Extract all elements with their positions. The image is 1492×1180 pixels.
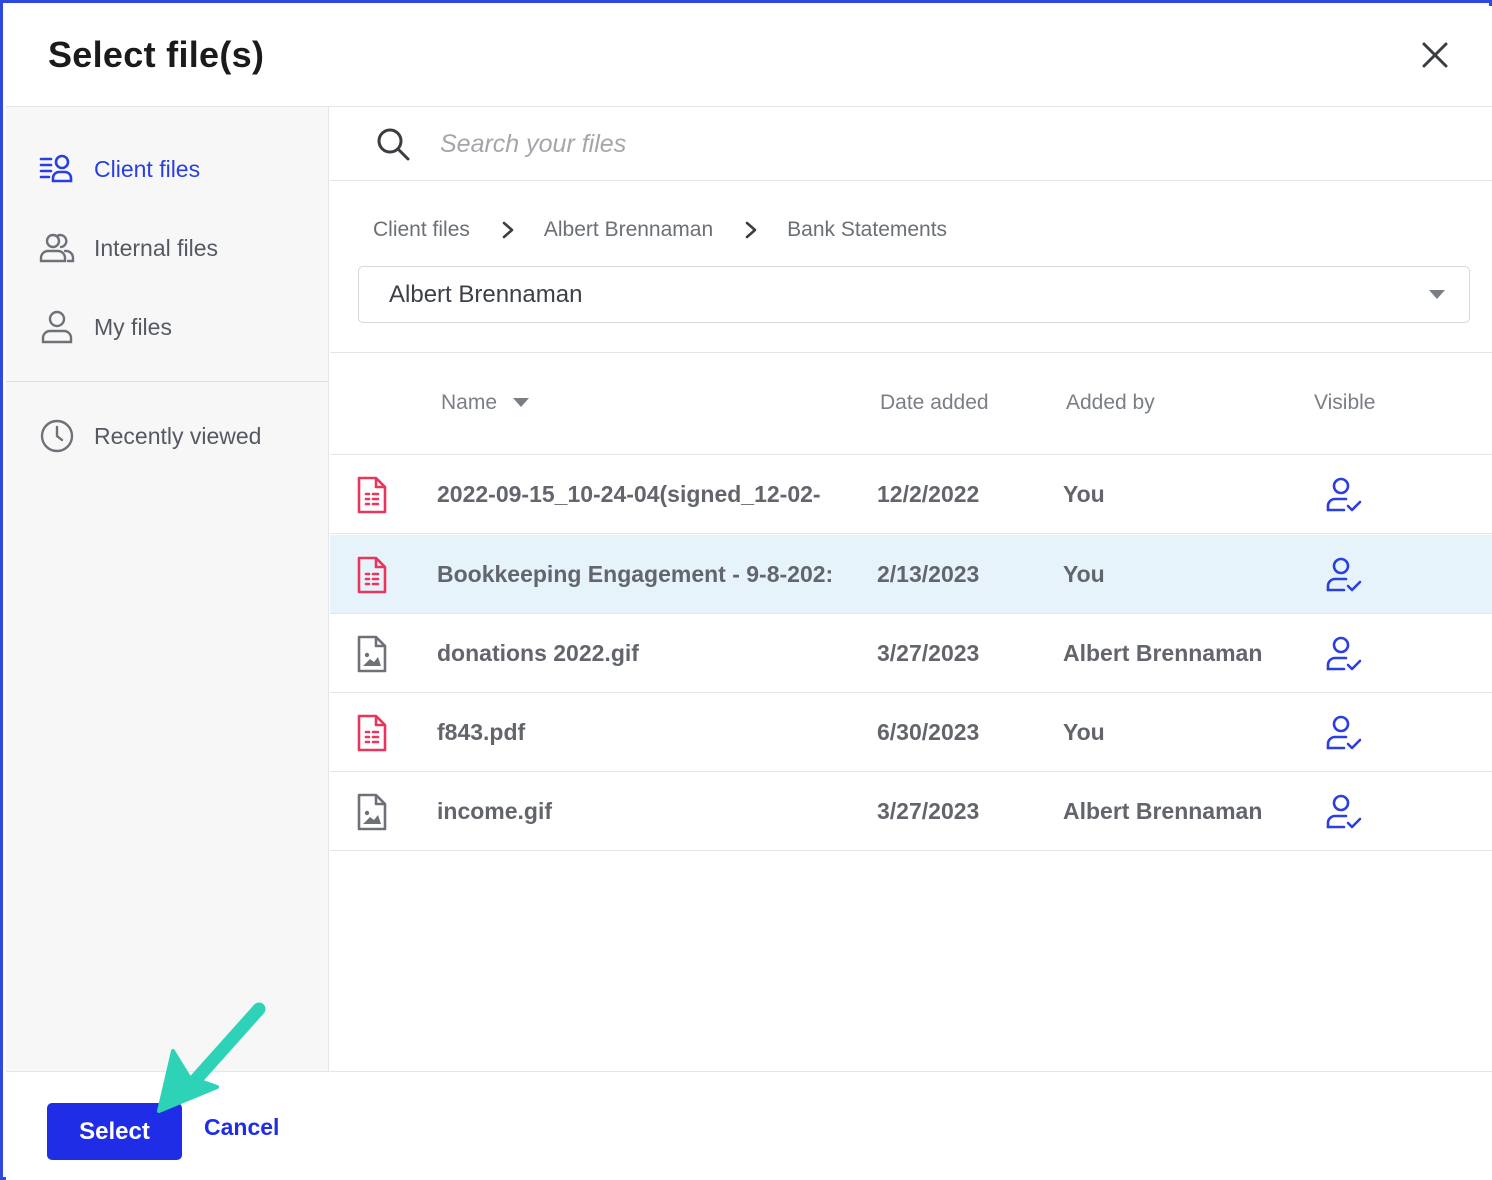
file-added-by: You bbox=[1063, 481, 1105, 507]
file-date-added: 3/27/2023 bbox=[877, 798, 980, 824]
user-icon bbox=[41, 310, 73, 344]
dialog-title: Select file(s) bbox=[48, 34, 265, 75]
caret-down-icon bbox=[1429, 290, 1445, 299]
users-icon bbox=[39, 233, 75, 263]
breadcrumb-item-client-files[interactable]: Client files bbox=[373, 218, 470, 242]
chevron-right-icon bbox=[745, 221, 757, 239]
breadcrumb-item-current: Bank Statements bbox=[787, 218, 948, 241]
sidebar-item-label: My files bbox=[94, 313, 172, 340]
file-name: f843.pdf bbox=[437, 719, 526, 745]
user-check-icon bbox=[1326, 636, 1362, 671]
pdf-icon bbox=[357, 476, 387, 514]
sidebar: Client files Internal files My files Rec… bbox=[6, 107, 329, 1071]
sort-down-icon bbox=[513, 398, 530, 407]
pdf-icon bbox=[357, 714, 387, 752]
close-icon[interactable] bbox=[1416, 36, 1454, 74]
table-row[interactable]: donations 2022.gif 3/27/2023 Albert Bren… bbox=[330, 614, 1492, 693]
cancel-button[interactable]: Cancel bbox=[204, 1114, 279, 1141]
table-row[interactable]: 2022-09-15_10-24-04(signed_12-02- 12/2/2… bbox=[330, 455, 1492, 534]
dialog-header: Select file(s) bbox=[6, 6, 1492, 107]
column-header-label: Name bbox=[441, 391, 498, 414]
sidebar-item-my-files[interactable]: My files bbox=[6, 297, 328, 357]
column-header-date-added[interactable]: Date added bbox=[880, 391, 989, 415]
sidebar-item-label: Internal files bbox=[94, 234, 219, 261]
file-name: 2022-09-15_10-24-04(signed_12-02- bbox=[437, 481, 821, 507]
client-files-icon bbox=[39, 154, 73, 183]
clock-icon bbox=[40, 419, 74, 453]
file-date-added: 2/13/2023 bbox=[877, 561, 980, 587]
file-name: income.gif bbox=[437, 798, 553, 824]
file-added-by: Albert Brennaman bbox=[1063, 640, 1263, 666]
file-added-by: You bbox=[1063, 561, 1105, 587]
breadcrumb-item-client[interactable]: Albert Brennaman bbox=[544, 218, 713, 242]
select-button[interactable]: Select bbox=[47, 1103, 182, 1160]
user-check-icon bbox=[1326, 477, 1362, 512]
file-added-by: Albert Brennaman bbox=[1063, 798, 1263, 824]
breadcrumb: Client files Albert Brennaman Bank State… bbox=[373, 215, 947, 245]
search-icon bbox=[377, 128, 410, 161]
pdf-icon bbox=[357, 556, 387, 594]
file-browser: Client files Albert Brennaman Bank State… bbox=[330, 107, 1492, 1071]
column-header-visible: Visible bbox=[1314, 391, 1376, 414]
column-header-added-by[interactable]: Added by bbox=[1066, 391, 1155, 415]
search-bar bbox=[330, 107, 1492, 181]
sidebar-item-recently-viewed[interactable]: Recently viewed bbox=[6, 406, 328, 466]
file-name: Bookkeeping Engagement - 9-8-202: bbox=[437, 561, 834, 587]
table-row[interactable]: income.gif 3/27/2023 Albert Brennaman bbox=[330, 772, 1492, 851]
sidebar-item-internal-files[interactable]: Internal files bbox=[6, 218, 328, 278]
file-date-added: 12/2/2022 bbox=[877, 481, 980, 507]
sidebar-item-label: Client files bbox=[94, 155, 201, 182]
chevron-right-icon bbox=[502, 221, 514, 239]
sidebar-divider bbox=[6, 381, 328, 382]
user-check-icon bbox=[1326, 794, 1362, 829]
file-date-added: 3/27/2023 bbox=[877, 640, 980, 666]
user-check-icon bbox=[1326, 715, 1362, 750]
image-file-icon bbox=[357, 635, 387, 673]
user-check-icon bbox=[1326, 557, 1362, 592]
select-files-dialog: Select file(s) Client files Internal fil… bbox=[0, 0, 1492, 1180]
file-name: donations 2022.gif bbox=[437, 640, 639, 666]
client-select-value: Albert Brennaman bbox=[389, 281, 583, 308]
table-row[interactable]: Bookkeeping Engagement - 9-8-202: 2/13/2… bbox=[330, 535, 1492, 614]
column-header-name[interactable]: Name bbox=[441, 391, 530, 415]
sidebar-item-client-files[interactable]: Client files bbox=[6, 139, 328, 199]
sidebar-item-label: Recently viewed bbox=[94, 422, 262, 449]
file-date-added: 6/30/2023 bbox=[877, 719, 980, 745]
file-added-by: You bbox=[1063, 719, 1105, 745]
divider bbox=[330, 352, 1492, 353]
client-select[interactable]: Albert Brennaman bbox=[358, 266, 1470, 323]
image-file-icon bbox=[357, 793, 387, 831]
search-input[interactable] bbox=[440, 121, 1440, 167]
dialog-footer: Select Cancel bbox=[6, 1071, 1492, 1180]
table-row[interactable]: f843.pdf 6/30/2023 You bbox=[330, 693, 1492, 772]
